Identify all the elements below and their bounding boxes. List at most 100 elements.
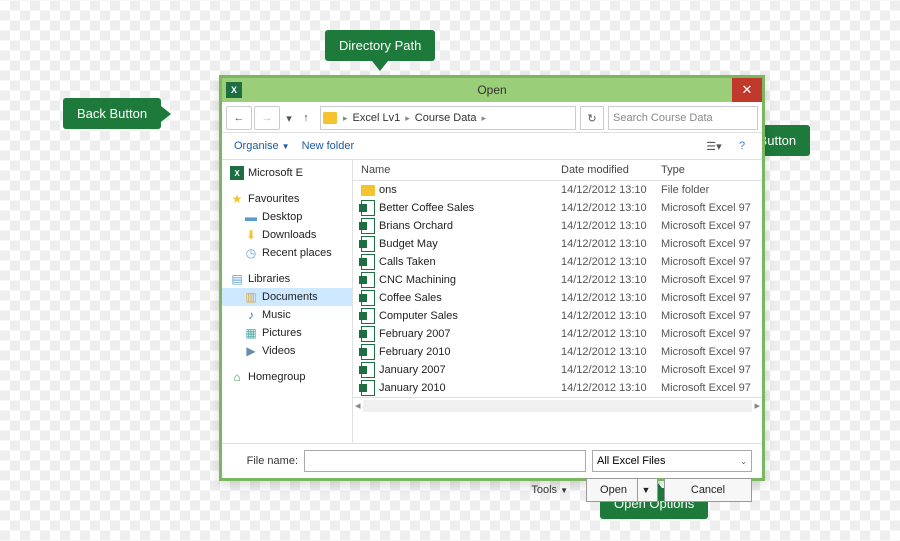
- help-button[interactable]: ?: [728, 135, 756, 157]
- sidebar-label: Documents: [262, 291, 318, 303]
- file-row[interactable]: Brians Orchard14/12/2012 13:10Microsoft …: [353, 217, 762, 235]
- excel-file-icon: [361, 344, 375, 360]
- file-row[interactable]: February 200714/12/2012 13:10Microsoft E…: [353, 325, 762, 343]
- sidebar-label: Recent places: [262, 247, 332, 259]
- sidebar-item-microsoft-excel[interactable]: X Microsoft E: [222, 164, 352, 182]
- file-row[interactable]: January 2007 14/12/2012 13:10Microsoft Ex…: [353, 361, 762, 379]
- column-name[interactable]: Name: [353, 160, 561, 180]
- chevron-down-icon: ▼: [560, 486, 568, 495]
- excel-icon: X: [230, 166, 244, 180]
- address-bar[interactable]: ▸ Excel Lv1 ▸ Course Data ▸: [320, 106, 576, 130]
- sidebar-label: Videos: [262, 345, 295, 357]
- music-icon: ♪: [244, 308, 258, 322]
- file-type: Microsoft Excel 97: [661, 328, 762, 340]
- sidebar-label: Pictures: [262, 327, 302, 339]
- chevron-down-icon: ▼: [282, 142, 290, 151]
- forward-button[interactable]: →: [254, 106, 280, 130]
- open-button[interactable]: Open ▼: [586, 478, 658, 502]
- file-row[interactable]: February 201014/12/2012 13:10Microsoft E…: [353, 343, 762, 361]
- sidebar-label: Downloads: [262, 229, 316, 241]
- file-row[interactable]: Budget May14/12/2012 13:10Microsoft Exce…: [353, 235, 762, 253]
- breadcrumb-1[interactable]: Excel Lv1: [350, 112, 404, 124]
- file-name: Coffee Sales: [379, 292, 442, 304]
- sidebar-item-pictures[interactable]: ▦ Pictures: [222, 324, 352, 342]
- excel-app-icon: X: [226, 82, 242, 98]
- sidebar-item-downloads[interactable]: ⬇ Downloads: [222, 226, 352, 244]
- back-button[interactable]: ←: [226, 106, 252, 130]
- open-label[interactable]: Open: [590, 479, 638, 501]
- new-folder-button[interactable]: New folder: [296, 138, 361, 154]
- sidebar-item-music[interactable]: ♪ Music: [222, 306, 352, 324]
- file-type: Microsoft Excel 97: [661, 346, 762, 358]
- sidebar-item-desktop[interactable]: ▬ Desktop: [222, 208, 352, 226]
- scrollbar-track[interactable]: [363, 400, 753, 412]
- file-name: Computer Sales: [379, 310, 458, 322]
- excel-file-icon: [361, 254, 375, 270]
- scroll-right-icon[interactable]: ▸: [754, 399, 760, 412]
- sidebar-label: Desktop: [262, 211, 302, 223]
- organise-label: Organise: [234, 140, 279, 152]
- excel-file-icon: [361, 362, 375, 378]
- file-row[interactable]: January 201014/12/2012 13:10Microsoft Ex…: [353, 379, 762, 397]
- file-row[interactable]: Better Coffee Sales14/12/2012 13:10Micro…: [353, 199, 762, 217]
- documents-icon: ▥: [244, 290, 258, 304]
- file-date: 14/12/2012 13:10: [561, 274, 661, 286]
- open-options-dropdown[interactable]: ▼: [638, 485, 654, 495]
- excel-file-icon: [361, 380, 375, 396]
- file-date: 14/12/2012 13:10: [561, 238, 661, 250]
- file-row[interactable]: CNC Machining14/12/2012 13:10Microsoft E…: [353, 271, 762, 289]
- libraries-icon: ▤: [230, 272, 244, 286]
- file-row[interactable]: Calls Taken14/12/2012 13:10Microsoft Exc…: [353, 253, 762, 271]
- sidebar-item-favourites[interactable]: ★ Favourites: [222, 190, 352, 208]
- file-row[interactable]: ons14/12/2012 13:10File folder: [353, 181, 762, 199]
- excel-file-icon: [361, 272, 375, 288]
- scroll-left-icon[interactable]: ◂: [355, 399, 361, 412]
- dialog-footer: File name: All Excel Files ⌄ Tools ▼ Ope…: [222, 443, 762, 508]
- excel-file-icon: [361, 290, 375, 306]
- sidebar-item-libraries[interactable]: ▤ Libraries: [222, 270, 352, 288]
- breadcrumb-2[interactable]: Course Data: [412, 112, 480, 124]
- folder-icon: [323, 112, 337, 124]
- horizontal-scrollbar[interactable]: ◂ ▸: [353, 397, 762, 413]
- cancel-button[interactable]: Cancel: [664, 478, 752, 502]
- up-button[interactable]: ↑: [298, 107, 314, 129]
- sidebar-item-homegroup[interactable]: ⌂ Homegroup: [222, 368, 352, 386]
- recent-locations-button[interactable]: ▾: [282, 107, 296, 129]
- view-button[interactable]: ☰▾: [700, 135, 728, 157]
- tools-button[interactable]: Tools ▼: [531, 484, 568, 496]
- navigation-pane: X Microsoft E ★ Favourites ▬ Desktop ⬇ D…: [222, 160, 353, 443]
- file-name: Budget May: [379, 238, 438, 250]
- sidebar-item-documents[interactable]: ▥ Documents: [222, 288, 352, 306]
- file-name: January 2007: [379, 364, 446, 376]
- tools-label: Tools: [531, 484, 557, 496]
- sidebar-label: Homegroup: [248, 371, 305, 383]
- file-date: 14/12/2012 13:10: [561, 184, 661, 196]
- homegroup-icon: ⌂: [230, 370, 244, 384]
- sidebar-item-recent-places[interactable]: ◷ Recent places: [222, 244, 352, 262]
- column-date[interactable]: Date modified: [561, 160, 661, 180]
- sidebar-label: Music: [262, 309, 291, 321]
- star-icon: ★: [230, 192, 244, 206]
- file-type: Microsoft Excel 97: [661, 364, 762, 376]
- file-date: 14/12/2012 13:10: [561, 310, 661, 322]
- file-name: February 2010: [379, 346, 451, 358]
- file-date: 14/12/2012 13:10: [561, 364, 661, 376]
- callout-directory-path: Directory Path: [325, 30, 435, 61]
- refresh-button[interactable]: ↻: [580, 106, 604, 130]
- close-button[interactable]: ✕: [732, 78, 762, 102]
- search-input[interactable]: Search Course Data: [608, 106, 758, 130]
- file-type: Microsoft Excel 97: [661, 220, 762, 232]
- file-type-filter[interactable]: All Excel Files ⌄: [592, 450, 752, 472]
- file-row[interactable]: Coffee Sales14/12/2012 13:10Microsoft Ex…: [353, 289, 762, 307]
- pictures-icon: ▦: [244, 326, 258, 340]
- column-type[interactable]: Type: [661, 160, 762, 180]
- file-date: 14/12/2012 13:10: [561, 220, 661, 232]
- organise-button[interactable]: Organise▼: [228, 138, 296, 154]
- sidebar-item-videos[interactable]: ▶ Videos: [222, 342, 352, 360]
- window-title: Open: [222, 83, 762, 97]
- file-name: CNC Machining: [379, 274, 456, 286]
- file-date: 14/12/2012 13:10: [561, 292, 661, 304]
- file-date: 14/12/2012 13:10: [561, 256, 661, 268]
- filename-input[interactable]: [304, 450, 586, 472]
- file-row[interactable]: Computer Sales14/12/2012 13:10Microsoft …: [353, 307, 762, 325]
